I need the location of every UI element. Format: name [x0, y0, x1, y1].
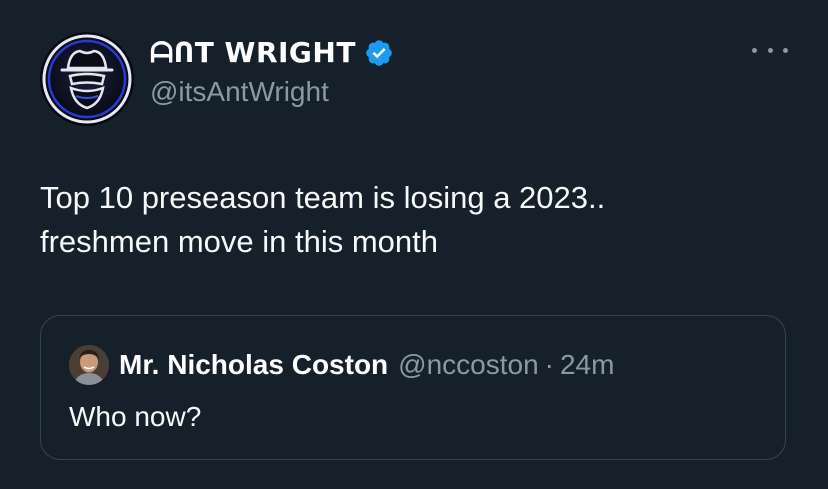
author-name-row: ᗩՈT WRIGHT — [150, 36, 394, 70]
tweet-text-line: freshmen move in this month — [40, 224, 439, 259]
author-handle[interactable]: @itsAntWright — [150, 76, 329, 108]
verified-badge-icon — [364, 38, 394, 68]
tweet-text: Top 10 preseason team is losing a 2023..… — [40, 176, 780, 264]
quoted-author-handle[interactable]: @nccoston — [398, 349, 539, 381]
quoted-tweet[interactable]: Mr. Nicholas Coston @nccoston · 24m Who … — [40, 315, 786, 460]
quoted-tweet-text: Who now? — [69, 401, 202, 432]
more-options-icon[interactable] — [752, 40, 788, 60]
author-avatar[interactable] — [40, 32, 134, 126]
quoted-author-avatar[interactable] — [69, 345, 109, 385]
more-dot — [767, 47, 773, 53]
more-dot — [783, 47, 788, 53]
tweet-card: ᗩՈT WRIGHT @itsAntWright Top 10 preseaso… — [0, 0, 828, 489]
more-dot — [752, 47, 757, 53]
quoted-author-name[interactable]: Mr. Nicholas Coston — [119, 349, 388, 381]
tweet-text-line: Top 10 preseason team is losing a 2023.. — [40, 180, 606, 215]
separator-dot: · — [544, 349, 554, 380]
author-display-name[interactable]: ᗩՈT WRIGHT — [150, 37, 356, 69]
quoted-tweet-header: Mr. Nicholas Coston @nccoston · 24m — [119, 346, 614, 384]
quoted-tweet-time[interactable]: 24m — [560, 349, 614, 381]
